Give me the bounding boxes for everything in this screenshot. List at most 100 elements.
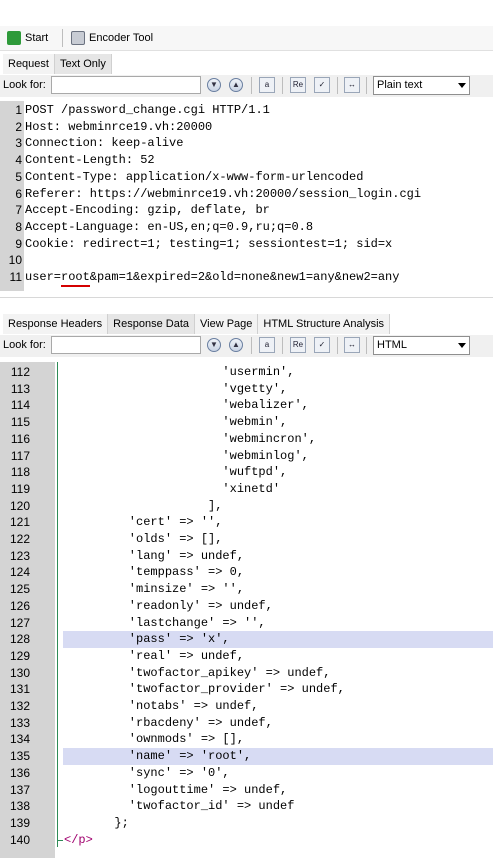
regex-button[interactable]: Re: [290, 77, 306, 93]
response-line-text: 'lastchange' => '',: [64, 615, 266, 630]
response-line-text: 'readonly' => undef,: [64, 598, 273, 613]
regex-button[interactable]: Re: [290, 337, 306, 353]
chevron-up-icon: ▲: [232, 80, 240, 89]
highlight-all-button[interactable]: ✓: [314, 77, 330, 93]
tab-response-headers[interactable]: Response Headers: [3, 314, 109, 334]
request-line: 10: [0, 252, 493, 269]
wrap-button[interactable]: ↔: [344, 77, 360, 93]
request-line: 3 Connection: keep-alive: [0, 135, 493, 152]
request-tab-bar: Request Text Only: [3, 54, 112, 74]
response-line-text: 'rbacdeny' => undef,: [64, 715, 273, 730]
start-button[interactable]: Start: [7, 30, 48, 46]
chevron-up-icon: ▲: [232, 340, 240, 349]
response-search-input[interactable]: [51, 336, 201, 354]
request-line-text: Accept-Language: en-US,en;q=0.9,ru;q=0.8: [25, 219, 314, 234]
response-line-text: 'webmincron',: [64, 431, 317, 446]
match-case-button[interactable]: a: [259, 337, 275, 353]
response-line-text: 'webmin',: [64, 415, 288, 430]
request-line: 7 Accept-Encoding: gzip, deflate, br: [0, 202, 493, 219]
pane-splitter[interactable]: [0, 297, 493, 313]
chevron-down-icon: ▼: [210, 80, 218, 89]
line-number: 124: [9, 565, 30, 580]
request-line-text: Cookie: redirect=1; testing=1; sessionte…: [25, 236, 393, 251]
response-line-text: 'pass' => 'x',: [64, 632, 230, 647]
response-line: 124 'temppass' => 0,: [0, 564, 493, 581]
line-number: 128: [9, 632, 30, 647]
response-line: 136 'sync' => '0',: [0, 765, 493, 782]
line-number: 132: [9, 699, 30, 713]
start-icon: [7, 31, 21, 45]
response-line: 127 'lastchange' => '',: [0, 615, 493, 632]
wrap-button[interactable]: ↔: [344, 337, 360, 353]
request-line: 8 Accept-Language: en-US,en;q=0.9,ru;q=0.…: [0, 219, 493, 236]
response-line: 120 ],: [0, 498, 493, 515]
response-line-text: 'name' => 'root',: [64, 749, 252, 764]
response-view-mode-select[interactable]: HTML: [373, 336, 470, 355]
tab-request[interactable]: Request: [3, 54, 55, 74]
response-line-text: 'logouttime' => undef,: [64, 782, 288, 797]
request-view-mode-value: Plain text: [377, 79, 423, 91]
response-line: 119 'xinetd': [0, 481, 493, 498]
request-line-text: Content-Length: 52: [25, 153, 155, 168]
response-line: 125 'minsize' => '',: [0, 581, 493, 598]
response-search-bar: Look for: ▼ ▲ a Re ✓ ↔ HTML: [0, 335, 493, 357]
encoder-tool-button[interactable]: Encoder Tool: [71, 30, 153, 46]
underline-marker: [61, 285, 90, 287]
tab-response-data[interactable]: Response Data: [108, 314, 195, 334]
response-line-text: 'twofactor_apikey' => undef,: [64, 665, 331, 680]
regex-icon: Re: [292, 80, 304, 89]
dropdown-arrow-icon: [458, 343, 466, 348]
line-number: 129: [9, 648, 30, 663]
response-line: 122 'olds' => [],: [0, 531, 493, 548]
find-next-button[interactable]: ▼: [207, 78, 221, 92]
request-search-input[interactable]: [51, 76, 201, 94]
request-editor[interactable]: 1 POST /password_change.cgi HTTP/1.1 2 Host…: [0, 101, 493, 291]
response-line: 112 'usermin',: [0, 364, 493, 381]
tab-html-structure-analysis[interactable]: HTML Structure Analysis: [258, 314, 391, 334]
request-line-text: POST /password_change.cgi HTTP/1.1: [25, 103, 270, 117]
line-number: 125: [9, 582, 30, 597]
request-line: 5 Content-Type: application/x-www-form-ur…: [0, 169, 493, 186]
find-previous-button[interactable]: ▲: [229, 78, 243, 92]
response-line-text: 'xinetd': [64, 481, 281, 496]
response-line-text: 'webminlog',: [64, 448, 309, 463]
response-editor[interactable]: 112 'usermin', 113 'vgetty', 114 'webalize…: [0, 362, 493, 858]
search-divider: [337, 337, 338, 354]
request-view-mode-select[interactable]: Plain text: [373, 76, 470, 95]
find-previous-button[interactable]: ▲: [229, 338, 243, 352]
response-tab-bar: Response Headers Response Data View Page…: [3, 314, 391, 334]
line-number: 117: [10, 448, 30, 463]
request-line-text: Accept-Encoding: gzip, deflate, br: [25, 203, 270, 218]
response-line: 128 'pass' => 'x',: [0, 631, 493, 648]
wrap-icon: ↔: [348, 80, 356, 89]
chevron-down-icon: ▼: [210, 340, 218, 349]
line-number: 9: [15, 236, 22, 251]
request-line: 2 Host: webminrce19.vh:20000: [0, 119, 493, 136]
response-line: 117 'webminlog',: [0, 448, 493, 465]
response-line-text: 'ownmods' => [],: [64, 732, 245, 747]
find-next-button[interactable]: ▼: [207, 338, 221, 352]
search-divider: [366, 337, 367, 354]
match-case-button[interactable]: a: [259, 77, 275, 93]
line-number: 120: [9, 498, 30, 513]
request-line-text: user=root&pam=1&expired=2&old=none&new1=…: [25, 270, 400, 284]
search-divider: [282, 337, 283, 354]
search-divider: [337, 77, 338, 94]
request-line: 1 POST /password_change.cgi HTTP/1.1: [0, 102, 493, 119]
response-line: 113 'vgetty',: [0, 381, 493, 398]
line-number: 11: [9, 270, 22, 284]
line-number: 5: [15, 169, 22, 184]
tab-view-page[interactable]: View Page: [195, 314, 259, 334]
response-line-text: </p>: [64, 832, 93, 847]
line-number: 8: [15, 219, 22, 234]
encoder-icon: [71, 31, 85, 45]
highlight-all-button[interactable]: ✓: [314, 337, 330, 353]
tab-text-only[interactable]: Text Only: [54, 54, 112, 74]
response-line: 132 'notabs' => undef,: [0, 698, 493, 715]
response-line: 138 'twofactor_id' => undef: [0, 798, 493, 815]
request-line: 11 user=root&pam=1&expired=2&old=none&new…: [0, 269, 493, 286]
search-divider: [251, 77, 252, 94]
response-line: 126 'readonly' => undef,: [0, 598, 493, 615]
response-line: 140 </p>: [0, 832, 493, 849]
response-line-text: 'usermin',: [64, 365, 295, 379]
